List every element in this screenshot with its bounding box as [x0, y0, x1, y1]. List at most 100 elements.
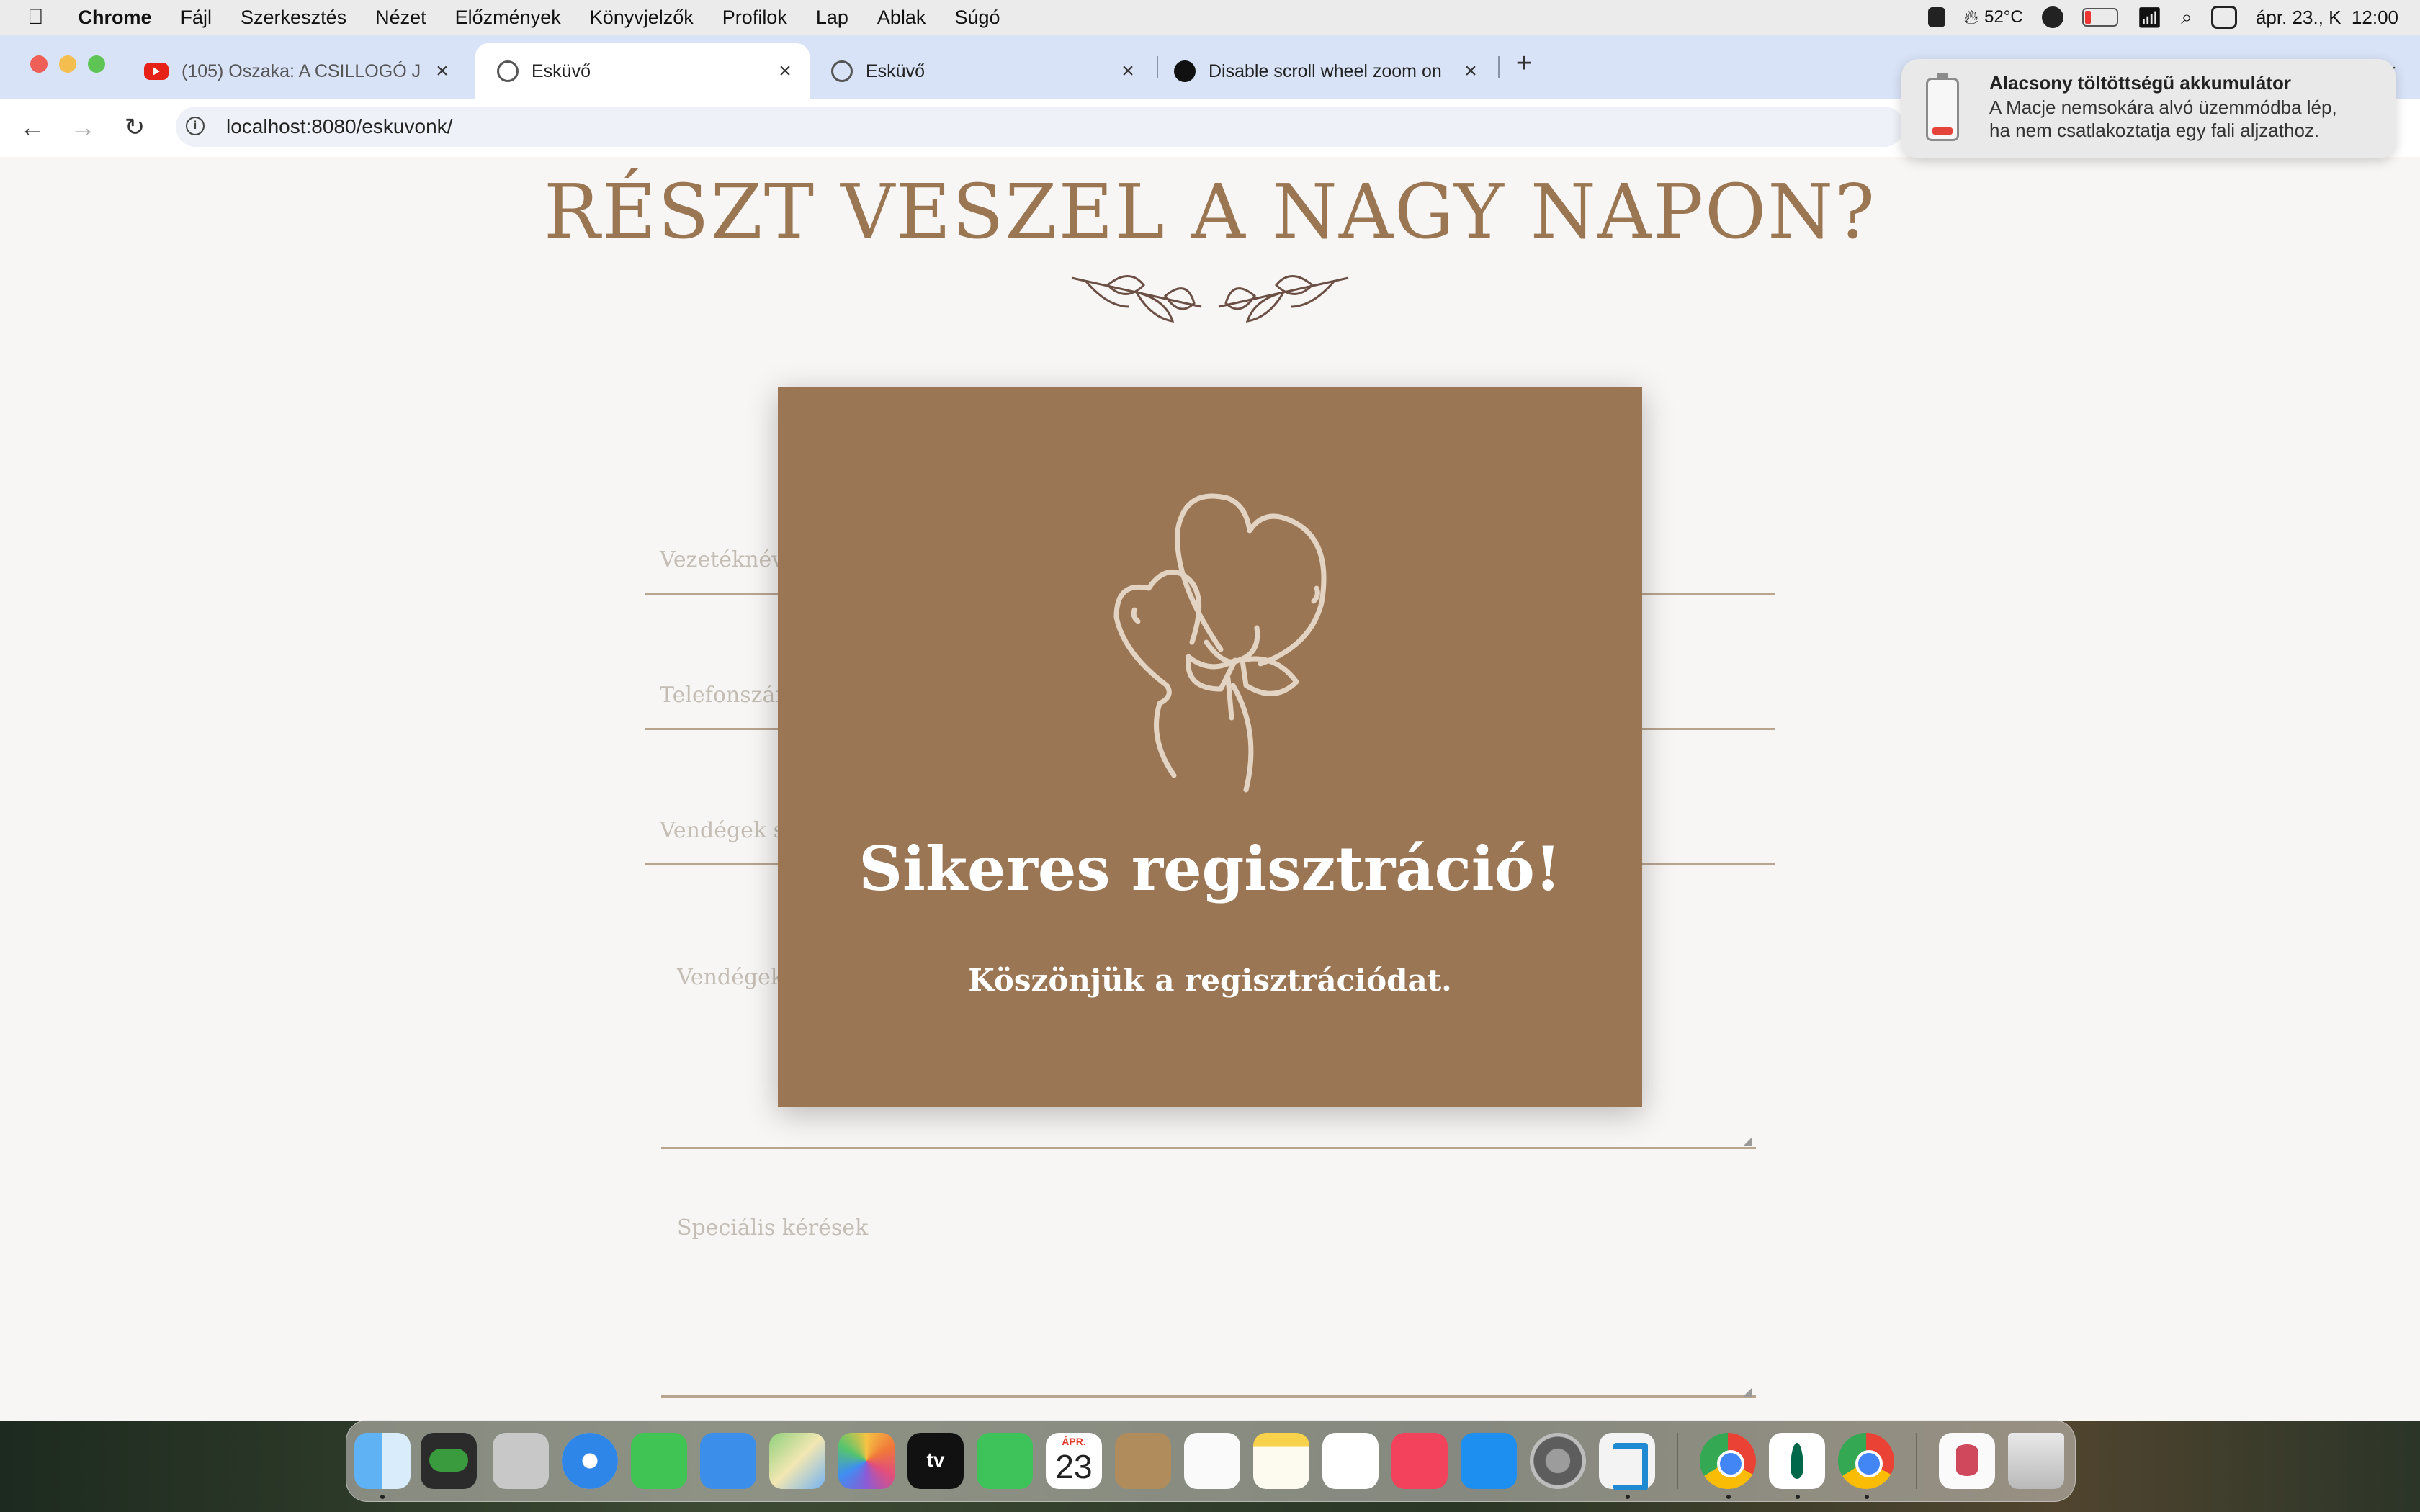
chrome-icon[interactable]	[1838, 1433, 1894, 1489]
menu-bookmarks[interactable]: Könyvjelzők	[575, 6, 708, 29]
notification-body-line1: A Macje nemsokára alvó üzemmódba lép,	[1989, 96, 2337, 118]
system-settings-icon[interactable]	[1530, 1433, 1586, 1489]
close-window-button[interactable]	[30, 55, 48, 73]
new-tab-button[interactable]: +	[1510, 48, 1538, 79]
launchpad-icon[interactable]	[493, 1433, 549, 1489]
database-file-icon[interactable]	[1939, 1433, 1995, 1489]
notification-body-line2: ha nem csatlakoztatja egy fali aljzathoz…	[1989, 120, 2320, 141]
menu-bar:  Chrome Fájl Szerkesztés Nézet Előzmény…	[0, 0, 2420, 35]
menu-tab[interactable]: Lap	[802, 6, 863, 29]
modal-title: Sikeres regisztráció!	[859, 833, 1561, 904]
temperature-readout[interactable]: 52°C	[1984, 7, 2023, 27]
tab-eskuvo[interactable]: Esküvő ×	[810, 43, 1152, 99]
app-store-icon[interactable]	[1461, 1433, 1517, 1489]
notification-title: Alacsony töltöttségű akkumulátor	[1989, 72, 2291, 94]
calendar-icon[interactable]: ÁPR. 23	[1046, 1433, 1102, 1489]
back-button[interactable]: ←	[14, 109, 50, 145]
close-tab-icon[interactable]: ×	[1113, 59, 1142, 84]
cloud-app-icon[interactable]	[421, 1433, 477, 1489]
calendar-month: ÁPR.	[1062, 1436, 1086, 1447]
menu-app-name[interactable]: Chrome	[64, 6, 166, 29]
phone-placeholder: Telefonszám	[660, 683, 796, 708]
freeform-icon[interactable]	[1322, 1433, 1379, 1489]
contacts-icon[interactable]	[1115, 1433, 1171, 1489]
vscode-icon[interactable]	[1599, 1433, 1655, 1490]
site-info-icon[interactable]: i	[186, 117, 205, 135]
menu-file[interactable]: Fájl	[166, 6, 227, 29]
running-indicator	[1626, 1495, 1630, 1499]
close-tab-icon[interactable]: ×	[428, 59, 457, 84]
chrome-icon[interactable]	[1700, 1433, 1756, 1489]
url-text[interactable]: localhost:8080/eskuvonk/	[226, 115, 452, 138]
control-center-icon[interactable]	[2210, 6, 2237, 29]
menu-help[interactable]: Súgó	[940, 6, 1014, 29]
facetime-icon[interactable]	[977, 1433, 1033, 1489]
address-bar[interactable]: i localhost:8080/eskuvonk/	[176, 107, 1904, 147]
balloons-icon	[1113, 493, 1327, 793]
dock-divider	[1916, 1433, 1917, 1489]
spotlight-search-icon[interactable]: ⌕	[2181, 6, 2192, 30]
messages-icon[interactable]	[631, 1433, 687, 1489]
mail-icon[interactable]	[700, 1433, 756, 1489]
web-page: RÉSZT VESZEL A NAGY NAPON? Vezetéknév Te…	[0, 157, 2420, 1421]
close-tab-icon[interactable]: ×	[771, 59, 799, 84]
forward-button[interactable]: →	[65, 109, 101, 145]
reminders-icon[interactable]	[1184, 1433, 1240, 1489]
menu-history[interactable]: Előzmények	[441, 6, 575, 29]
safari-icon[interactable]	[562, 1433, 618, 1489]
resize-handle-icon[interactable]: ◢	[1743, 1385, 1752, 1399]
finder-icon[interactable]	[354, 1433, 411, 1489]
site-icon	[1174, 60, 1196, 82]
guests-count-placeholder: Vendégek s	[660, 818, 785, 843]
running-indicator	[1796, 1495, 1800, 1499]
tab-title: (105) Oszaka: A CSILLOGÓ J	[182, 60, 421, 81]
tab-youtube[interactable]: (105) Oszaka: A CSILLOGÓ J ×	[122, 43, 467, 99]
tv-label: tv	[926, 1449, 945, 1471]
resize-handle-icon[interactable]: ◢	[1743, 1134, 1752, 1148]
reload-button[interactable]: ↻	[117, 109, 153, 145]
running-indicator	[1726, 1495, 1731, 1499]
maximize-window-button[interactable]	[88, 55, 105, 73]
flame-icon[interactable]: 🔥︎	[1964, 6, 1979, 30]
tab-title: Esküvő	[866, 60, 925, 81]
page-heading: RÉSZT VESZEL A NAGY NAPON?	[543, 168, 1877, 256]
low-battery-notification[interactable]: Alacsony töltöttségű akkumulátor A Macje…	[1901, 59, 2396, 158]
tab-separator	[1498, 56, 1500, 78]
mongodb-compass-icon[interactable]	[1769, 1433, 1825, 1489]
special-requests-placeholder: Speciális kérések	[677, 1215, 869, 1241]
notes-icon[interactable]	[1253, 1433, 1309, 1489]
tab-eskuvo-active[interactable]: Esküvő ×	[475, 43, 810, 99]
success-modal[interactable]: Sikeres regisztráció! Köszönjük a regisz…	[778, 387, 1642, 1107]
dock-divider	[1677, 1433, 1678, 1489]
battery-icon	[1926, 73, 1959, 141]
menu-view[interactable]: Nézet	[361, 6, 441, 29]
apple-tv-icon[interactable]: tv	[908, 1433, 964, 1489]
security-status-icon[interactable]	[1927, 7, 1945, 27]
youtube-icon	[144, 63, 169, 80]
running-indicator	[1865, 1495, 1869, 1499]
clock[interactable]: ápr. 23., K 12:00	[2256, 6, 2398, 29]
menu-profiles[interactable]: Profilok	[708, 6, 802, 29]
globe-icon	[497, 60, 519, 82]
minimize-window-button[interactable]	[59, 55, 76, 73]
guests-names-placeholder: Vendégek	[677, 965, 784, 990]
wifi-icon[interactable]: 📶︎	[2137, 6, 2163, 30]
tab-title: Esküvő	[532, 60, 591, 81]
globe-icon	[831, 60, 853, 82]
trash-icon[interactable]	[2008, 1433, 2064, 1489]
maps-icon[interactable]	[769, 1433, 825, 1489]
tab-title: Disable scroll wheel zoom on	[1209, 60, 1442, 81]
menu-window[interactable]: Ablak	[863, 6, 941, 29]
menu-edit[interactable]: Szerkesztés	[226, 6, 361, 29]
apple-icon[interactable]: 	[0, 5, 64, 30]
running-indicator	[380, 1495, 385, 1499]
lastname-placeholder: Vezetéknév	[660, 547, 784, 572]
tab-disable-scroll-zoom[interactable]: Disable scroll wheel zoom on ×	[1152, 43, 1495, 99]
photos-icon[interactable]	[838, 1433, 895, 1489]
vpn-icon[interactable]	[2041, 6, 2063, 28]
calendar-day: 23	[1055, 1448, 1093, 1485]
laurel-icon	[1071, 275, 1349, 323]
battery-icon[interactable]	[2081, 8, 2118, 27]
close-tab-icon[interactable]: ×	[1456, 59, 1485, 84]
music-icon[interactable]	[1392, 1433, 1448, 1489]
